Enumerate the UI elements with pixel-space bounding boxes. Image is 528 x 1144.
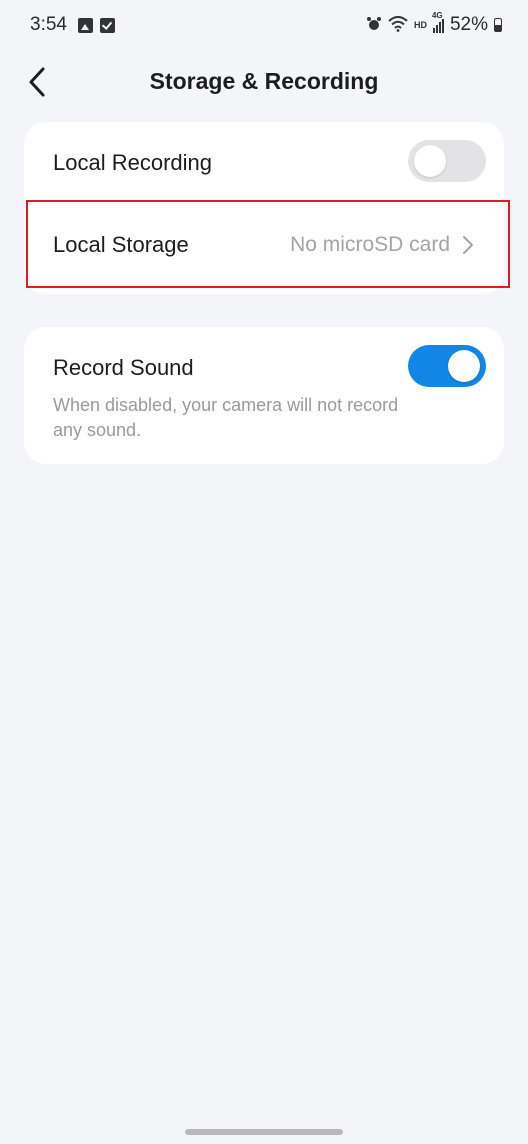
network-type-label: 4G bbox=[431, 10, 443, 20]
local-recording-toggle[interactable] bbox=[408, 140, 486, 182]
toggle-knob bbox=[448, 350, 480, 382]
alarm-icon bbox=[366, 16, 382, 34]
battery-icon bbox=[494, 18, 502, 32]
status-time: 3:54 bbox=[30, 14, 67, 35]
local-storage-row[interactable]: Local Storage No microSD card bbox=[24, 200, 510, 290]
signal-icon: 4G bbox=[432, 11, 444, 33]
toggle-knob bbox=[414, 145, 446, 177]
page-title: Storage & Recording bbox=[149, 68, 379, 94]
record-sound-description: When disabled, your camera will not reco… bbox=[53, 395, 399, 440]
hd-label: HD bbox=[413, 20, 427, 30]
sound-card: Record Sound When disabled, your camera … bbox=[24, 327, 504, 464]
status-left-icons bbox=[78, 18, 115, 33]
gallery-icon bbox=[78, 18, 93, 33]
recording-card: Local Recording Local Storage No microSD… bbox=[24, 122, 510, 294]
header: Storage & Recording bbox=[0, 56, 528, 108]
chevron-right-icon bbox=[463, 236, 473, 254]
local-storage-label: Local Storage bbox=[53, 232, 189, 257]
record-sound-toggle[interactable] bbox=[408, 345, 486, 387]
record-sound-label: Record Sound bbox=[53, 355, 194, 380]
local-recording-label: Local Recording bbox=[53, 150, 212, 175]
status-bar: 3:54 HD 4G 52% bbox=[0, 0, 528, 52]
record-sound-row: Record Sound When disabled, your camera … bbox=[24, 327, 504, 464]
check-icon bbox=[100, 18, 115, 33]
local-storage-value: No microSD card bbox=[290, 233, 450, 256]
home-indicator[interactable] bbox=[185, 1129, 343, 1135]
wifi-icon bbox=[388, 16, 408, 34]
status-right-icons: HD 4G 52% bbox=[366, 11, 502, 36]
local-recording-row: Local Recording bbox=[24, 122, 504, 202]
battery-label: 52% bbox=[449, 14, 488, 35]
